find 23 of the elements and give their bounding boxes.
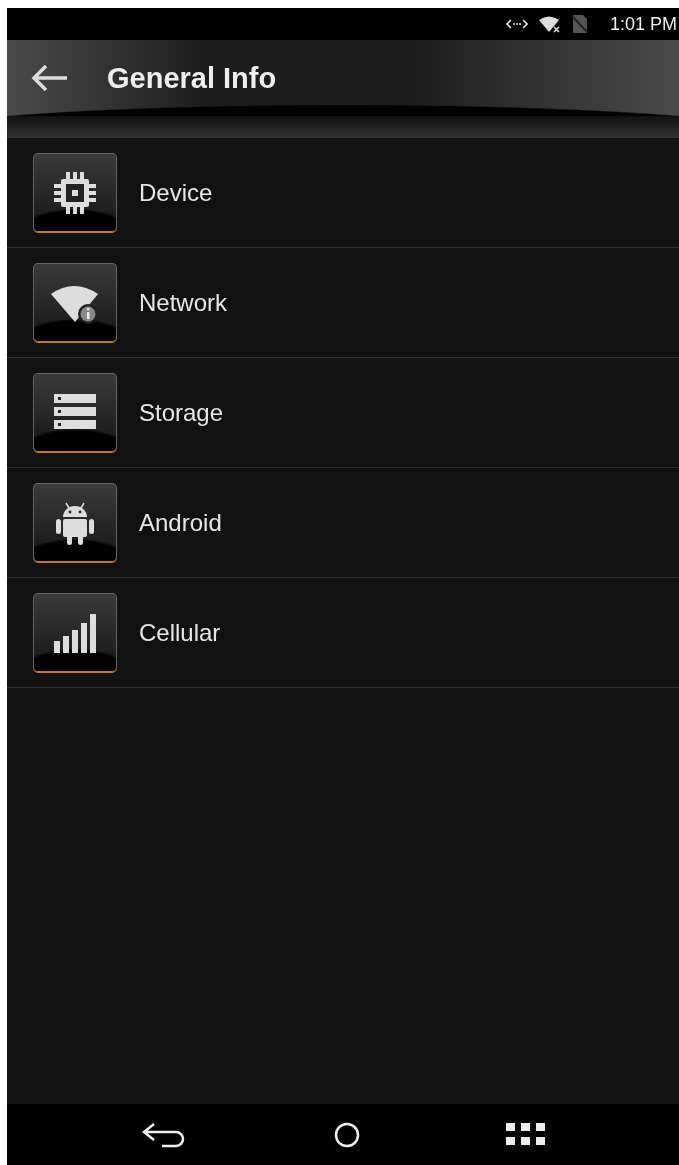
item-label: Device — [139, 178, 213, 207]
signal-bars-icon — [33, 592, 117, 673]
screen-title: General Info — [107, 61, 277, 95]
apps-grid-icon[interactable] — [506, 1122, 547, 1147]
no-sim-icon — [571, 14, 588, 34]
item-label: Storage — [139, 398, 224, 427]
android-icon — [33, 482, 117, 563]
item-label: Cellular — [139, 618, 221, 647]
data-sync-icon — [505, 17, 528, 31]
clock-time: 1:01 PM — [609, 13, 677, 35]
chip-icon — [33, 152, 117, 233]
menu-item[interactable]: Android — [7, 468, 679, 578]
item-label: Network — [139, 288, 228, 317]
storage-icon — [33, 372, 117, 453]
wifi-info-icon — [33, 262, 117, 343]
menu-item[interactable]: Device — [7, 138, 679, 248]
back-button[interactable] — [29, 63, 69, 93]
menu-item[interactable]: Network — [7, 248, 679, 358]
menu-item[interactable]: Storage — [7, 358, 679, 468]
menu-item[interactable]: Cellular — [7, 578, 679, 688]
home-icon[interactable] — [333, 1120, 361, 1149]
wifi-off-icon — [537, 15, 562, 33]
item-label: Android — [139, 508, 222, 537]
